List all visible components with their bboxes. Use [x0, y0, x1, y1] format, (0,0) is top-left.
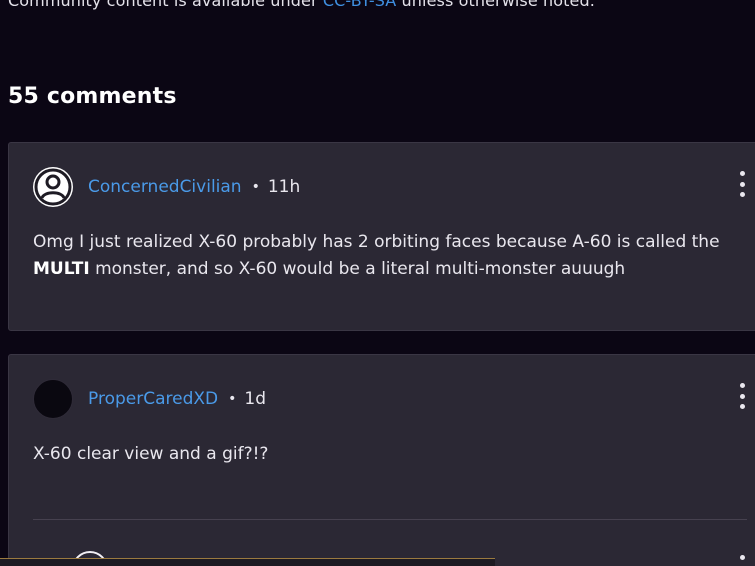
comment-username[interactable]: ConcernedCivilian: [88, 177, 242, 197]
comments-count-heading: 55 comments: [8, 84, 177, 109]
user-circle-icon[interactable]: [33, 167, 73, 207]
comment-text: X-60 clear view and a gif?!?: [33, 444, 269, 464]
license-suffix: unless otherwise noted.: [396, 0, 595, 10]
reply-divider: [33, 519, 747, 520]
comment-text-part: monster, and so X-60 would be a literal …: [89, 259, 626, 279]
comments-page: Community content is available under CC-…: [0, 0, 755, 566]
comment-text-bold: MULTI: [33, 259, 90, 279]
license-notice: Community content is available under CC-…: [8, 0, 595, 10]
comment-text: Omg I just realized X-60 probably has 2 …: [33, 229, 733, 283]
kebab-menu-icon[interactable]: [737, 171, 747, 197]
kebab-menu-icon[interactable]: [737, 383, 747, 409]
bottom-toolbar: [0, 558, 495, 566]
comment-card: ConcernedCivilian • 11h Omg I just reali…: [8, 142, 755, 331]
comment-time[interactable]: 1d: [244, 389, 266, 409]
comment-time[interactable]: 11h: [268, 177, 300, 197]
license-link[interactable]: CC-BY-SA: [323, 0, 397, 10]
comment-header: ConcernedCivilian • 11h: [33, 167, 300, 207]
comment-username[interactable]: ProperCaredXD: [88, 389, 218, 409]
separator-dot: •: [228, 391, 237, 407]
comment-header: ProperCaredXD • 1d: [33, 379, 266, 419]
comment-text-part: Omg I just realized X-60 probably has 2 …: [33, 232, 720, 252]
avatar[interactable]: [33, 379, 73, 419]
reply-kebab-menu-icon[interactable]: [737, 555, 747, 566]
comment-card: ProperCaredXD • 1d X-60 clear view and a…: [8, 354, 755, 566]
separator-dot: •: [251, 179, 260, 195]
license-prefix: Community content is available under: [8, 0, 323, 10]
